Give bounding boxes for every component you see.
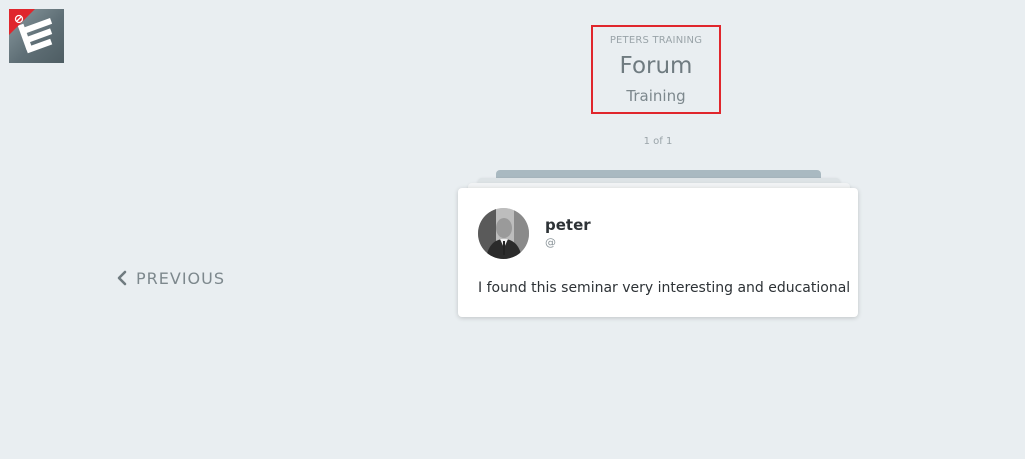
page-subtitle: Training — [626, 87, 686, 105]
previous-button[interactable]: PREVIOUS — [117, 268, 225, 288]
user-avatar[interactable] — [478, 208, 529, 259]
post-author-name[interactable]: peter — [545, 216, 591, 234]
page-title: Forum — [619, 53, 693, 79]
forum-kicker: PETERS TRAINING — [609, 35, 703, 46]
post-body-text: I found this seminar very interesting an… — [478, 280, 851, 296]
forum-post-card[interactable]: peter @ I found this seminar very intere… — [458, 188, 858, 317]
previous-label: PREVIOUS — [136, 268, 225, 288]
app-logo[interactable] — [9, 9, 64, 63]
forum-title-block: PETERS TRAINING Forum Training — [591, 25, 721, 114]
pagination-indicator: 1 of 1 — [643, 136, 673, 147]
app-logo-icon — [9, 9, 53, 54]
post-author-handle: @ — [545, 236, 556, 249]
chevron-left-icon — [117, 270, 127, 286]
